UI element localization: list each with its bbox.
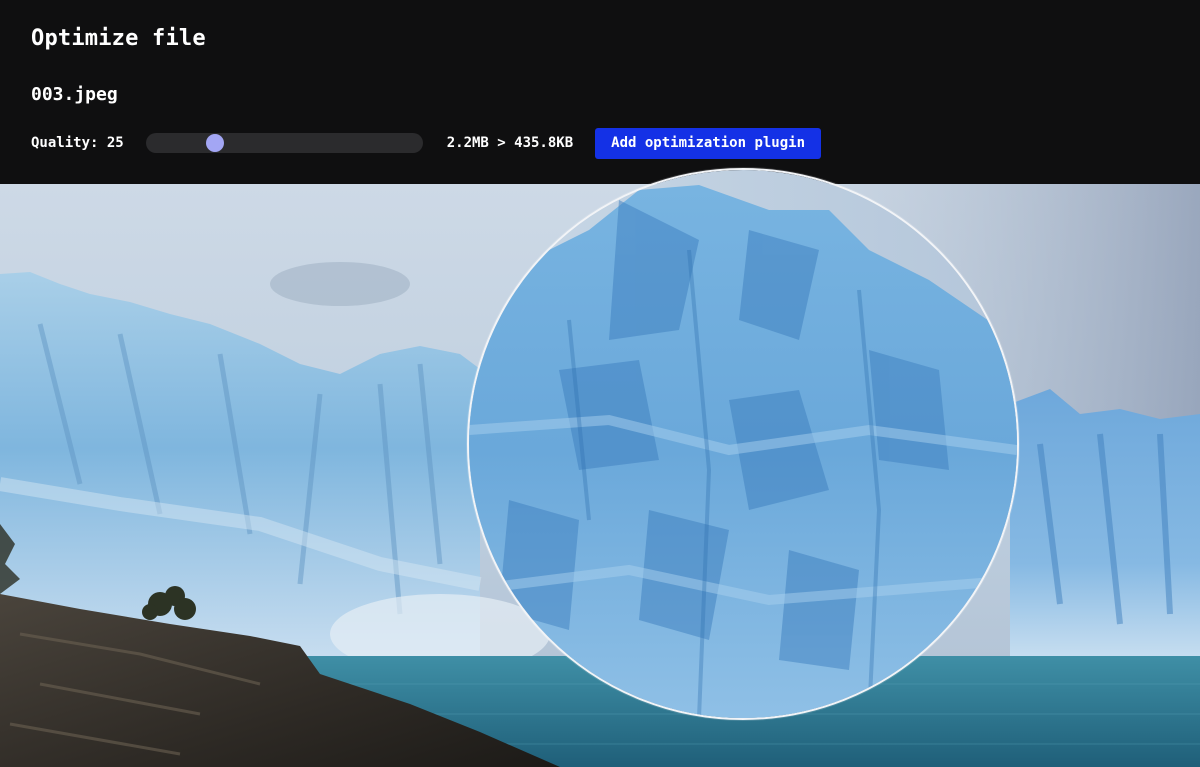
- quality-slider[interactable]: [145, 133, 423, 153]
- add-optimization-plugin-button[interactable]: Add optimization plugin: [595, 127, 822, 159]
- optimize-app: Optimize file 003.jpeg Quality: 25 2.2MB…: [0, 0, 1200, 767]
- quality-label: Quality: 25: [31, 135, 124, 151]
- quality-slider-thumb[interactable]: [205, 134, 224, 152]
- page-title: Optimize file: [31, 26, 206, 51]
- magnifier-lens[interactable]: [467, 168, 1019, 720]
- header-panel: Optimize file 003.jpeg Quality: 25 2.2MB…: [0, 0, 1200, 184]
- zoomed-ice-detail: [469, 170, 1017, 718]
- file-size-comparison: 2.2MB > 435.8KB: [446, 135, 574, 151]
- controls-row: Quality: 25 2.2MB > 435.8KB Add optimiza…: [31, 127, 822, 159]
- file-name: 003.jpeg: [31, 84, 118, 105]
